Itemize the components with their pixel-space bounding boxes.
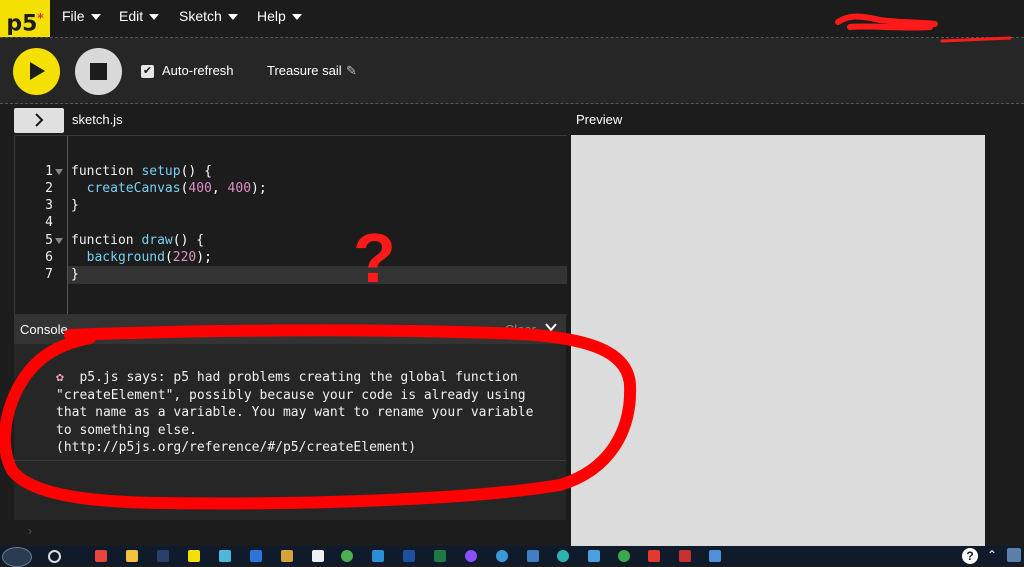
excel-icon[interactable] bbox=[434, 550, 446, 562]
caret-down-icon bbox=[149, 14, 160, 21]
app-icon[interactable] bbox=[188, 550, 200, 562]
app-icon[interactable] bbox=[527, 550, 539, 562]
stop-icon bbox=[90, 63, 107, 80]
play-button[interactable] bbox=[13, 48, 60, 95]
chevron-right-icon bbox=[35, 113, 44, 127]
code-line: background(220); bbox=[86, 250, 212, 265]
code-line: } bbox=[71, 198, 79, 213]
chrome-icon[interactable] bbox=[95, 550, 107, 562]
app-icon[interactable] bbox=[403, 550, 415, 562]
toolbar: ✔ Auto-refresh Treasure sail ✎ bbox=[0, 38, 1024, 104]
app-icon[interactable] bbox=[709, 550, 721, 562]
pencil-icon[interactable]: ✎ bbox=[346, 63, 357, 79]
p5-logo[interactable]: p5* bbox=[0, 0, 50, 37]
expand-sidebar-button[interactable] bbox=[14, 108, 64, 133]
caret-down-icon bbox=[90, 14, 101, 21]
folder-icon[interactable] bbox=[126, 550, 138, 562]
line-number: 7 bbox=[45, 267, 53, 282]
top-nav: p5* File Edit Sketch Help bbox=[0, 0, 1024, 38]
os-taskbar: ? ⌃ bbox=[0, 546, 1024, 567]
chevron-up-icon[interactable]: ⌃ bbox=[987, 548, 997, 562]
play-icon bbox=[30, 62, 45, 80]
app-icon[interactable] bbox=[219, 550, 231, 562]
app-icon[interactable] bbox=[496, 550, 508, 562]
caret-down-icon bbox=[291, 14, 302, 21]
app-icon[interactable] bbox=[588, 550, 600, 562]
app-icon[interactable] bbox=[157, 550, 169, 562]
active-line-highlight bbox=[68, 266, 567, 284]
menu-sketch[interactable]: Sketch bbox=[179, 0, 238, 37]
divider bbox=[14, 460, 566, 461]
app-icon[interactable] bbox=[372, 550, 384, 562]
caret-down-icon bbox=[227, 14, 238, 21]
sketch-name[interactable]: Treasure sail bbox=[267, 63, 342, 78]
start-button[interactable] bbox=[2, 547, 32, 567]
console-body: ✿ p5.js says: p5 had problems creating t… bbox=[14, 344, 566, 520]
line-number: 1 bbox=[45, 164, 53, 179]
fold-arrow-icon[interactable] bbox=[55, 238, 63, 244]
code-editor[interactable]: 1 2 3 4 5 6 7 function setup() { createC… bbox=[14, 135, 567, 315]
auto-refresh-checkbox[interactable]: ✔ bbox=[141, 65, 154, 78]
line-number: 5 bbox=[45, 233, 53, 248]
editor-tab-bar: sketch.js Preview bbox=[0, 104, 1024, 134]
search-icon[interactable] bbox=[48, 550, 61, 563]
console-clear-button[interactable]: Clear bbox=[505, 322, 536, 337]
line-number: 2 bbox=[45, 181, 53, 196]
file-name[interactable]: sketch.js bbox=[72, 112, 123, 127]
console-title: Console bbox=[20, 322, 68, 337]
file-icon[interactable] bbox=[312, 550, 324, 562]
flower-icon: ✿ bbox=[56, 370, 64, 385]
preview-label: Preview bbox=[576, 112, 623, 127]
line-number-gutter: 1 2 3 4 5 6 7 bbox=[15, 136, 68, 314]
code-line: createCanvas(400, 400); bbox=[86, 181, 267, 196]
chrome-icon[interactable] bbox=[341, 550, 353, 562]
menu-help[interactable]: Help bbox=[257, 0, 302, 37]
fold-arrow-icon[interactable] bbox=[55, 169, 63, 175]
code-line: } bbox=[71, 267, 79, 282]
code-line: function draw() { bbox=[71, 233, 205, 248]
line-number: 6 bbox=[45, 250, 53, 265]
auto-refresh-label: Auto-refresh bbox=[162, 63, 234, 78]
wps-icon[interactable] bbox=[648, 550, 660, 562]
preview-canvas[interactable] bbox=[571, 135, 985, 546]
app-icon[interactable] bbox=[618, 550, 630, 562]
app-icon[interactable] bbox=[1007, 548, 1021, 562]
help-icon[interactable]: ? bbox=[962, 548, 978, 564]
app-icon[interactable] bbox=[679, 550, 691, 562]
console-header: Console Clear bbox=[14, 314, 566, 344]
line-number: 3 bbox=[45, 198, 53, 213]
line-number: 4 bbox=[45, 215, 53, 230]
code-line: function setup() { bbox=[71, 164, 212, 179]
menu-file[interactable]: File bbox=[62, 0, 101, 37]
console-input[interactable]: › bbox=[14, 520, 566, 546]
stop-button[interactable] bbox=[75, 48, 122, 95]
prompt-icon: › bbox=[28, 524, 32, 538]
app-icon[interactable] bbox=[250, 550, 262, 562]
app-icon[interactable] bbox=[281, 550, 293, 562]
chevron-down-icon[interactable] bbox=[544, 320, 558, 334]
menu-edit[interactable]: Edit bbox=[119, 0, 160, 37]
edge-icon[interactable] bbox=[557, 550, 569, 562]
messenger-icon[interactable] bbox=[465, 550, 477, 562]
console-message: ✿ p5.js says: p5 had problems creating t… bbox=[56, 370, 542, 455]
